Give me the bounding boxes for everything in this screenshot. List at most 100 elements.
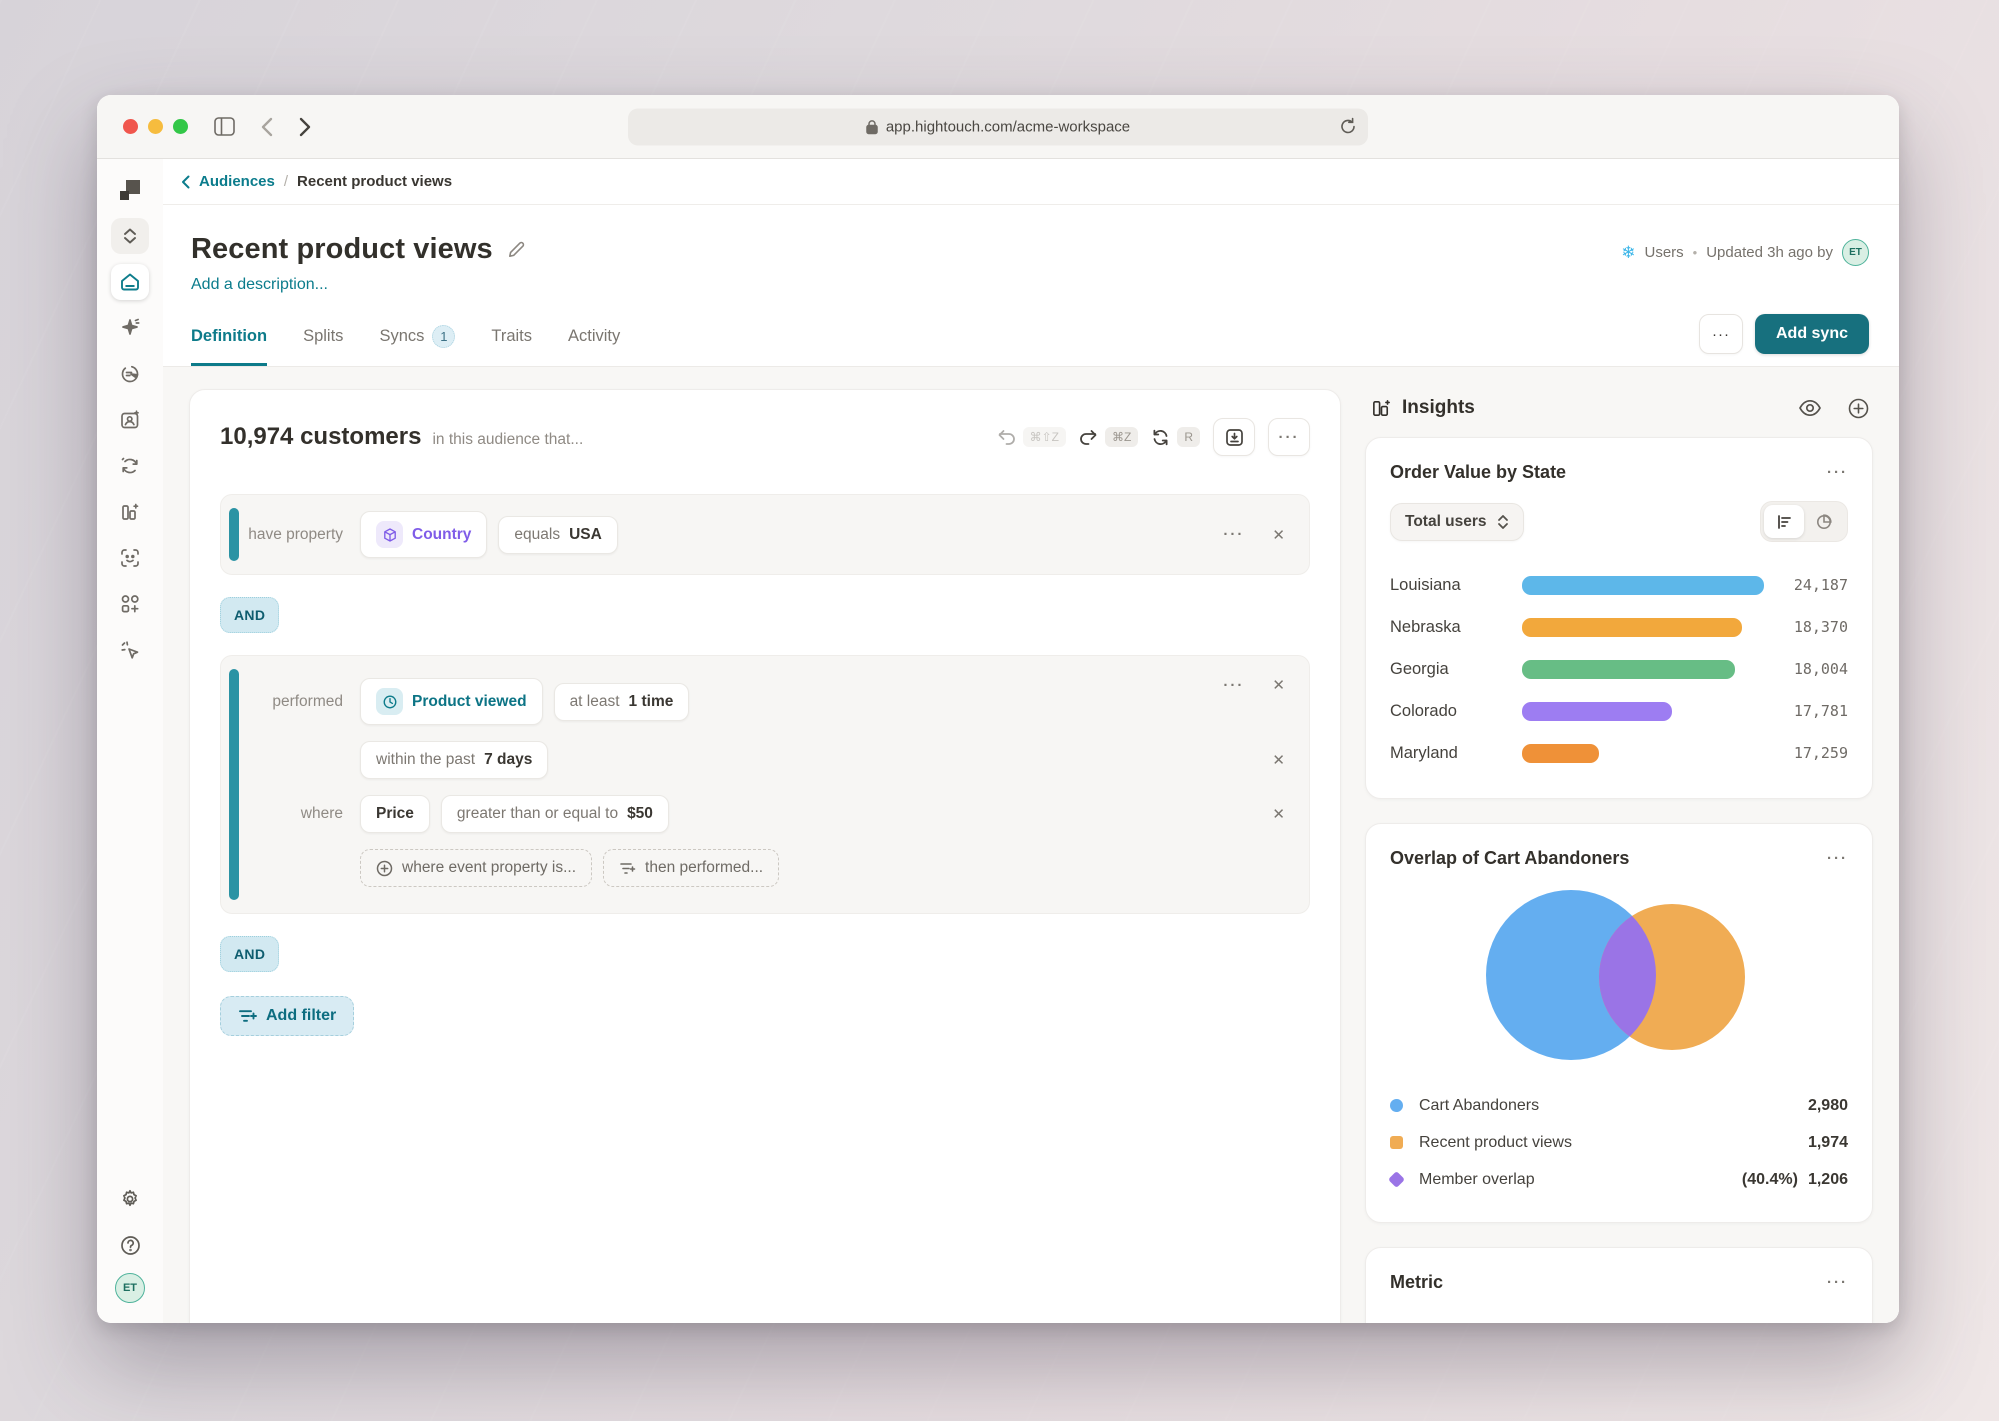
page-title: Recent product views xyxy=(191,233,493,266)
legend-label: Member overlap xyxy=(1419,1171,1535,1189)
nav-gauge[interactable] xyxy=(111,356,149,392)
nav-contacts[interactable] xyxy=(111,402,149,438)
add-event-property-button[interactable]: where event property is... xyxy=(360,849,592,887)
bar xyxy=(1522,618,1742,637)
add-filter-button[interactable]: Add filter xyxy=(220,996,354,1036)
redo-icon xyxy=(1079,429,1098,446)
and-connector[interactable]: AND xyxy=(220,597,279,633)
and-connector[interactable]: AND xyxy=(220,936,279,972)
insights-title: Insights xyxy=(1402,397,1475,419)
bar-label: Colorado xyxy=(1390,702,1522,721)
metric-card: Metric ··· xyxy=(1365,1247,1873,1323)
forward-icon[interactable] xyxy=(299,117,311,137)
id-card-plus-icon xyxy=(119,409,141,431)
magic-wand-icon xyxy=(119,317,141,339)
edit-pencil-icon[interactable] xyxy=(507,240,526,259)
condition-label: have property xyxy=(221,526,343,544)
add-insight-icon[interactable] xyxy=(1848,398,1869,419)
nav-magic-wand[interactable] xyxy=(111,310,149,346)
eye-icon[interactable] xyxy=(1798,399,1822,417)
condition-more-icon[interactable]: ··· xyxy=(1223,526,1244,543)
bar-chart-icon xyxy=(1776,514,1793,530)
card-more-icon[interactable]: ··· xyxy=(1827,850,1848,867)
bar-row: Maryland 17,259 xyxy=(1390,732,1848,774)
operator-value-pill[interactable]: equalsUSA xyxy=(498,516,617,554)
condition-accent-bar xyxy=(229,669,239,900)
address-bar[interactable]: app.hightouch.com/acme-workspace xyxy=(628,108,1368,145)
export-icon xyxy=(1225,428,1244,447)
metric-selector[interactable]: Total users xyxy=(1390,503,1524,541)
then-performed-button[interactable]: then performed... xyxy=(603,849,779,887)
event-pill[interactable]: Product viewed xyxy=(360,678,543,725)
gauge-icon xyxy=(119,363,141,385)
condition-accent-bar xyxy=(229,508,239,561)
condition-remove-icon[interactable]: ✕ xyxy=(1272,526,1285,544)
shapes-plus-icon xyxy=(119,593,141,615)
remove-time-window-icon[interactable]: ✕ xyxy=(1272,751,1285,769)
user-avatar[interactable]: ET xyxy=(115,1273,145,1303)
reload-icon[interactable] xyxy=(1340,118,1356,136)
nav-analytics[interactable] xyxy=(111,494,149,530)
bar-chart-toggle[interactable] xyxy=(1764,505,1804,538)
updated-text: Updated 3h ago by xyxy=(1706,244,1833,261)
pie-chart-toggle[interactable] xyxy=(1804,505,1844,538)
left-navigation-rail: ET xyxy=(97,159,163,1323)
undo-icon xyxy=(997,429,1016,446)
export-button[interactable] xyxy=(1213,418,1255,456)
traffic-lights xyxy=(123,119,188,134)
zoom-window-button[interactable] xyxy=(173,119,188,134)
nav-assistant[interactable] xyxy=(111,632,149,668)
where-operator-pill[interactable]: greater than or equal to$50 xyxy=(441,795,669,833)
add-sync-button[interactable]: Add sync xyxy=(1755,314,1869,354)
bar-row: Louisiana 24,187 xyxy=(1390,564,1848,606)
breadcrumb-audiences-link[interactable]: Audiences xyxy=(199,173,275,190)
builder-more-button[interactable]: ··· xyxy=(1268,418,1310,456)
gear-icon xyxy=(119,1188,141,1210)
tab-splits[interactable]: Splits xyxy=(303,325,343,366)
card-more-icon[interactable]: ··· xyxy=(1827,1274,1848,1291)
tab-traits[interactable]: Traits xyxy=(491,325,532,366)
condition-remove-icon[interactable]: ✕ xyxy=(1272,676,1285,694)
nav-syncs[interactable] xyxy=(111,448,149,484)
property-cube-icon xyxy=(376,521,403,548)
refresh-icon xyxy=(1151,428,1170,447)
minimize-window-button[interactable] xyxy=(148,119,163,134)
time-window-pill[interactable]: within the past7 days xyxy=(360,741,548,779)
condition-performed-event: ··· ✕ performed Product viewed xyxy=(220,655,1310,914)
workspace-switcher[interactable] xyxy=(111,218,149,254)
refresh-button[interactable]: R xyxy=(1151,427,1200,447)
nav-help[interactable] xyxy=(111,1227,149,1263)
bar-row: Nebraska 18,370 xyxy=(1390,606,1848,648)
audience-more-button[interactable]: ··· xyxy=(1699,314,1743,354)
condition-more-icon[interactable]: ··· xyxy=(1223,677,1244,694)
close-window-button[interactable] xyxy=(123,119,138,134)
undo-button[interactable]: ⌘⇧Z xyxy=(997,427,1066,447)
frequency-pill[interactable]: at least1 time xyxy=(554,683,690,721)
remove-where-icon[interactable]: ✕ xyxy=(1272,805,1285,823)
nav-extensions[interactable] xyxy=(111,586,149,622)
add-description-link[interactable]: Add a description... xyxy=(191,276,526,294)
back-icon[interactable] xyxy=(261,117,273,137)
redo-button[interactable]: ⌘Z xyxy=(1079,427,1138,447)
tab-definition[interactable]: Definition xyxy=(191,325,267,366)
legend-percent: (40.4%) xyxy=(1742,1171,1798,1189)
tab-activity[interactable]: Activity xyxy=(568,325,620,366)
property-pill[interactable]: Country xyxy=(360,511,487,558)
filter-plus-icon xyxy=(238,1008,257,1024)
card-more-icon[interactable]: ··· xyxy=(1827,464,1848,481)
bar-label: Georgia xyxy=(1390,660,1522,679)
help-icon xyxy=(119,1234,142,1257)
tab-syncs[interactable]: Syncs1 xyxy=(379,325,455,366)
bar xyxy=(1522,660,1735,679)
where-label: where xyxy=(221,805,343,823)
nav-identity[interactable] xyxy=(111,540,149,576)
event-clock-icon xyxy=(376,688,403,715)
breadcrumb: Audiences / Recent product views xyxy=(163,159,1899,205)
nav-home[interactable] xyxy=(111,264,149,300)
url-text: app.hightouch.com/acme-workspace xyxy=(886,118,1130,135)
sync-arrows-icon xyxy=(119,455,141,477)
where-property-pill[interactable]: Price xyxy=(360,795,430,833)
nav-settings[interactable] xyxy=(111,1181,149,1217)
sidebar-toggle-icon[interactable] xyxy=(214,117,235,136)
meta-dot: • xyxy=(1693,245,1698,260)
